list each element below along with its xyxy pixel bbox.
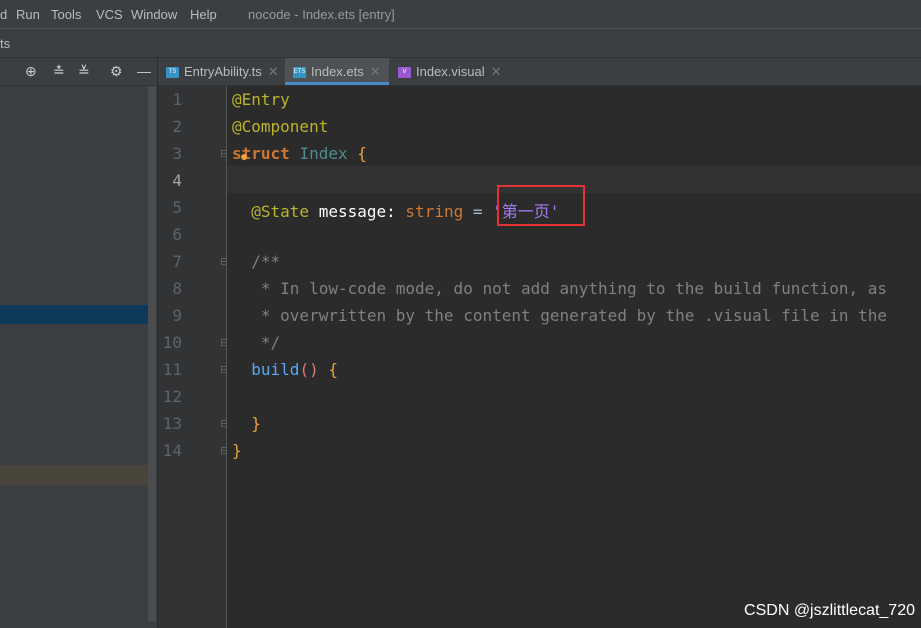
code-token: build: [251, 360, 300, 379]
editor-tabs: TS EntryAbility.ts ✕ ETS Index.ets ✕ V Index.…: [158, 58, 921, 86]
code-token: string: [405, 202, 464, 221]
menu-vcs[interactable]: VCS: [96, 7, 123, 22]
ts-file-icon: TS: [166, 67, 179, 79]
expand-all-icon[interactable]: ≛: [53, 63, 65, 80]
comment: * In low-code mode, do not add anything …: [251, 279, 888, 298]
menu-help[interactable]: Help: [190, 7, 217, 22]
navigation-bar: ts: [0, 29, 921, 58]
close-icon[interactable]: ✕: [491, 64, 502, 79]
line-number: 1: [172, 90, 182, 109]
window-title: nocode - Index.ets [entry]: [248, 7, 395, 22]
comment: */: [251, 333, 281, 352]
line-number: 7: [172, 252, 182, 271]
code-token: @State: [251, 202, 310, 221]
line-number: 3: [172, 144, 182, 163]
tab-label: EntryAbility.ts: [184, 64, 262, 79]
line-number: 10: [162, 333, 182, 352]
line-number: 9: [172, 306, 182, 325]
tab-index-visual[interactable]: V Index.visual ✕: [398, 58, 502, 85]
tab-entryability[interactable]: TS EntryAbility.ts ✕: [166, 58, 279, 85]
selected-tree-row[interactable]: [0, 305, 148, 324]
line-number: 14: [162, 441, 182, 460]
code-token: :: [386, 202, 396, 221]
line-number: 13: [162, 414, 182, 433]
line-number: 4: [172, 171, 182, 190]
locate-icon[interactable]: ⊕: [25, 63, 37, 80]
menu-run[interactable]: Run: [16, 7, 40, 22]
project-panel: ⊕ ≛ ≚ ⚙ —: [0, 58, 157, 628]
line-number: 11: [162, 360, 182, 379]
code-editor[interactable]: @Entry @Component struct Index { ● @Stat…: [227, 86, 921, 628]
line-number: 6: [172, 225, 182, 244]
minimize-icon[interactable]: —: [137, 63, 151, 79]
highlight-box: [497, 185, 585, 226]
code-token: @Entry: [232, 90, 290, 109]
comment: * overwritten by the content generated b…: [251, 306, 888, 325]
code-token: Index: [299, 144, 348, 163]
tab-label: Index.ets: [311, 64, 364, 79]
tree-row-highlight[interactable]: [0, 465, 148, 485]
tab-label: Index.visual: [416, 64, 485, 79]
code-token: (): [299, 360, 319, 379]
code-token: {: [328, 360, 338, 379]
ets-file-icon: ETS: [293, 67, 306, 79]
code-token: }: [232, 441, 242, 460]
line-number: 5: [172, 198, 182, 217]
menu-tools[interactable]: Tools: [51, 7, 81, 22]
line-number: 12: [162, 387, 182, 406]
menu-build[interactable]: d: [0, 7, 7, 22]
project-toolbar: ⊕ ≛ ≚ ⚙ —: [0, 58, 157, 86]
breadcrumb[interactable]: ts: [0, 36, 10, 51]
line-number-gutter: 1 2 3 4 5 6 7 8 9 10 11 12 13 14 ⊟ ⊟ ⊟ ⊟…: [158, 86, 229, 628]
close-icon[interactable]: ✕: [370, 64, 381, 79]
code-token: @Component: [232, 117, 329, 136]
collapse-all-icon[interactable]: ≚: [78, 63, 90, 80]
tab-index-ets[interactable]: ETS Index.ets ✕: [285, 58, 389, 85]
menu-window[interactable]: Window: [131, 7, 177, 22]
code-token: }: [251, 414, 261, 433]
menu-bar: d Run Tools VCS Window Help nocode - Ind…: [0, 0, 921, 29]
line-number: 8: [172, 279, 182, 298]
code-token: message: [318, 202, 387, 221]
gear-icon[interactable]: ⚙: [110, 63, 123, 80]
comment: /**: [251, 252, 281, 271]
lightbulb-icon[interactable]: ●: [240, 148, 248, 164]
scrollbar[interactable]: [148, 86, 156, 621]
code-token: {: [357, 144, 367, 163]
watermark: CSDN @jszlittlecat_720: [744, 602, 915, 619]
close-icon[interactable]: ✕: [268, 64, 279, 79]
line-number: 2: [172, 117, 182, 136]
code-token: =: [472, 202, 483, 221]
visual-file-icon: V: [398, 67, 411, 79]
